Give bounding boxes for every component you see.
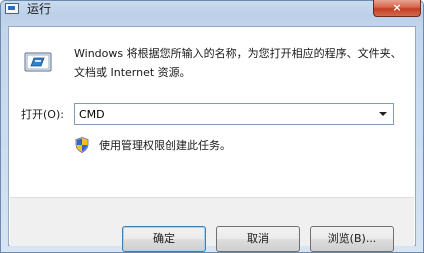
chevron-down-icon[interactable] (375, 105, 391, 123)
close-icon: × (392, 1, 402, 14)
cancel-button[interactable]: 取消 (216, 226, 300, 252)
run-icon (5, 3, 19, 14)
window-title: 运行 (27, 2, 52, 16)
button-bar: 确定 取消 浏览(B)... (10, 197, 414, 252)
uac-notice: 使用管理权限创建此任务。 (99, 139, 231, 152)
dialog-body: Windows 将根据您所输入的名称，为您打开相应的程序、文件夹、文档或 Int… (8, 26, 416, 252)
dialog-description: Windows 将根据您所输入的名称，为您打开相应的程序、文件夹、文档或 Int… (74, 47, 402, 79)
close-button[interactable]: × (373, 0, 421, 17)
open-input[interactable] (77, 105, 371, 123)
run-program-icon (24, 52, 52, 72)
open-combobox[interactable] (74, 103, 394, 125)
uac-shield-icon (75, 137, 89, 153)
title-bar[interactable]: 运行 × (1, 0, 423, 19)
ok-button[interactable]: 确定 (122, 226, 206, 252)
open-label: 打开(O): (21, 108, 64, 121)
browse-button[interactable]: 浏览(B)... (310, 226, 394, 252)
run-dialog-window: 运行 × Windows 将根据您所输入的名称，为您打开相应的程序、文件夹、文档… (0, 0, 424, 253)
